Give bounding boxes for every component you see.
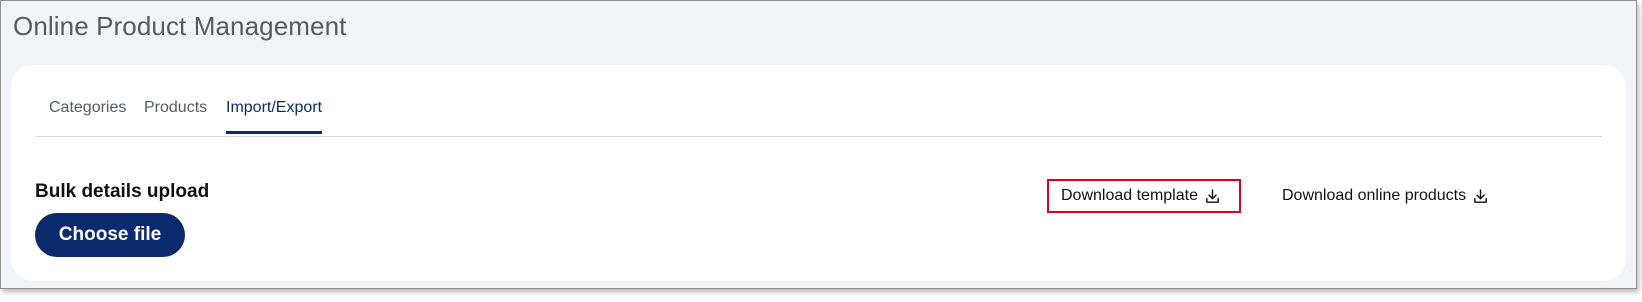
- download-icon: [1474, 188, 1487, 203]
- page-title: Online Product Management: [13, 11, 347, 41]
- choose-file-button[interactable]: Choose file: [35, 213, 185, 257]
- download-online-products-label: Download online products: [1282, 187, 1467, 204]
- download-template-link[interactable]: Download template: [1047, 179, 1241, 213]
- bulk-upload-title: Bulk details upload: [35, 181, 210, 202]
- tab-categories[interactable]: Categories: [49, 99, 126, 133]
- app-window: Online Product Management Categories Pro…: [0, 0, 1637, 289]
- tab-bar: Categories Products Import/Export: [35, 85, 1602, 137]
- content-card: Categories Products Import/Export Bulk d…: [11, 65, 1626, 281]
- tab-products[interactable]: Products: [144, 99, 207, 133]
- tab-import-export[interactable]: Import/Export: [226, 99, 323, 134]
- download-template-label: Download template: [1061, 187, 1198, 204]
- download-icon: [1206, 188, 1219, 203]
- download-online-products-link[interactable]: Download online products: [1282, 179, 1489, 213]
